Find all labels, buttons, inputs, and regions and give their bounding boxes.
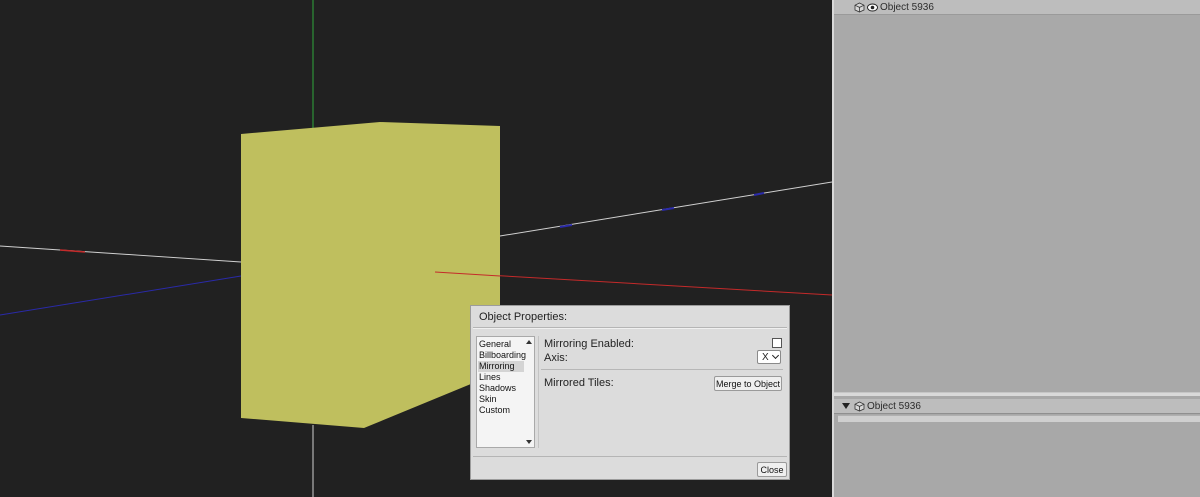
selected-object-mesh[interactable]: [241, 122, 500, 428]
grid-tick-3: [753, 192, 765, 196]
eye-icon[interactable]: [867, 3, 878, 12]
grid-tick-2: [661, 207, 675, 211]
mirrored-tiles-label: Mirrored Tiles:: [544, 377, 614, 389]
nav-item-skin[interactable]: Skin: [478, 394, 524, 405]
merge-to-object-button[interactable]: Merge to Object: [714, 376, 782, 391]
outliner-child-strip: [838, 415, 1200, 422]
nav-item-shadows[interactable]: Shadows: [478, 383, 524, 394]
outliner-top-object-label: Object 5936: [880, 1, 934, 13]
chevron-down-icon: [771, 351, 779, 360]
triangle-down-icon[interactable]: [842, 403, 850, 409]
cube-icon: [854, 2, 865, 12]
properties-nav-list[interactable]: General Billboarding Mirroring Lines Sha…: [476, 336, 535, 448]
scroll-up-icon[interactable]: [526, 340, 532, 344]
mirroring-enabled-label: Mirroring Enabled:: [544, 338, 634, 350]
footer-separator: [473, 456, 787, 457]
z-axis-line: [0, 275, 242, 316]
axis-select-value: X: [762, 351, 769, 363]
title-separator: [473, 327, 787, 329]
row-separator: [541, 369, 783, 370]
nav-item-lines[interactable]: Lines: [478, 372, 524, 383]
nav-item-mirroring[interactable]: Mirroring: [478, 361, 524, 372]
object-properties-dialog: Object Properties: General Billboarding …: [470, 305, 790, 480]
axis-label: Axis:: [544, 352, 568, 364]
dialog-title: Object Properties:: [479, 311, 568, 323]
outliner-panel: Object 5936 Object 5936: [832, 0, 1200, 497]
pane-divider: [538, 336, 539, 448]
nav-item-custom[interactable]: Custom: [478, 405, 524, 416]
lower-outliner-panel: Object 5936: [834, 396, 1200, 497]
grid-line-left: [0, 245, 242, 263]
cube-icon: [854, 401, 865, 411]
nav-item-general[interactable]: General: [478, 339, 524, 350]
outliner-bottom-object-label: Object 5936: [867, 400, 921, 412]
mirroring-enabled-checkbox[interactable]: [772, 338, 782, 348]
close-button[interactable]: Close: [757, 462, 787, 477]
outliner-top-row[interactable]: Object 5936: [834, 0, 1200, 15]
scroll-down-icon[interactable]: [526, 440, 532, 444]
grid-tick-1: [559, 224, 573, 228]
outliner-bottom-row[interactable]: Object 5936: [834, 399, 1200, 414]
axis-select[interactable]: X: [757, 350, 781, 364]
grid-line-left-tick: [59, 249, 86, 253]
nav-item-billboarding[interactable]: Billboarding: [478, 350, 526, 361]
nav-scrollbar[interactable]: [524, 337, 534, 447]
